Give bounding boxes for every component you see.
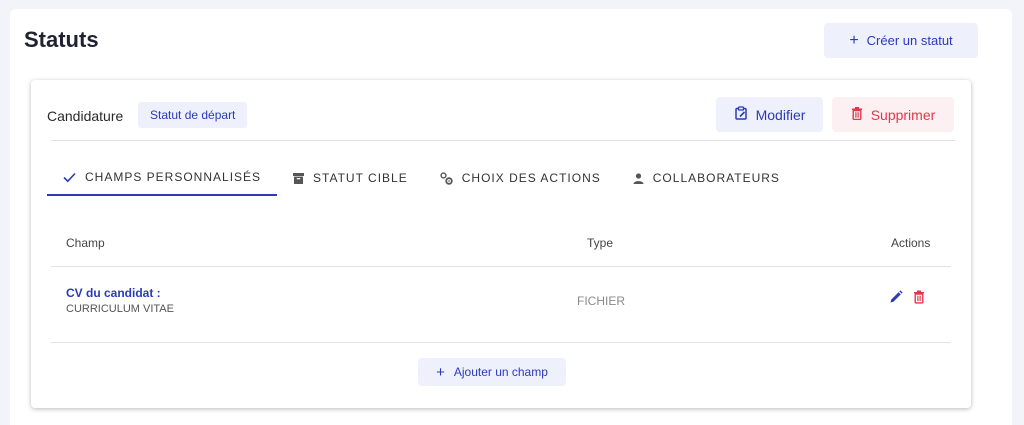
tab-label: CHAMPS PERSONNALISÉS xyxy=(85,170,262,184)
edit-button[interactable]: Modifier xyxy=(716,97,823,132)
tab-label: CHOIX DES ACTIONS xyxy=(461,171,601,185)
plus-icon: + xyxy=(436,363,445,381)
page-title: Statuts xyxy=(24,27,99,52)
column-header-type: Type xyxy=(587,236,614,250)
field-type: FICHIER xyxy=(577,294,625,308)
create-status-label: Créer un statut xyxy=(866,33,953,48)
tab-action-choices[interactable]: CHOIX DES ACTIONS xyxy=(424,160,617,196)
delete-label: Supprimer xyxy=(870,106,936,123)
tab-custom-fields[interactable]: CHAMPS PERSONNALISÉS xyxy=(47,160,278,196)
tab-label: STATUT CIBLE xyxy=(313,171,408,185)
edit-label: Modifier xyxy=(755,106,806,123)
status-card: Candidature Statut de départ Modifier Su… xyxy=(31,80,971,408)
gears-icon xyxy=(440,171,453,185)
person-icon xyxy=(633,172,644,184)
column-header-field: Champ xyxy=(66,236,105,250)
status-name: Candidature xyxy=(47,108,124,124)
field-name: CV du candidat : xyxy=(66,286,161,300)
field-subtitle: CURRICULUM VITAE xyxy=(66,303,174,315)
table-divider xyxy=(51,342,951,343)
add-field-button[interactable]: + Ajouter un champ xyxy=(418,358,566,386)
delete-button[interactable]: Supprimer xyxy=(832,97,954,132)
trash-icon[interactable] xyxy=(913,290,925,309)
pencil-icon[interactable] xyxy=(889,290,903,309)
add-field-label: Ajouter un champ xyxy=(453,365,548,379)
archive-icon xyxy=(293,172,305,184)
tab-label: COLLABORATEURS xyxy=(652,171,780,185)
tab-collaborators[interactable]: COLLABORATEURS xyxy=(617,160,796,196)
table-divider xyxy=(51,266,951,267)
check-icon xyxy=(63,172,76,183)
start-status-badge: Statut de départ xyxy=(138,102,248,128)
clipboard-edit-icon xyxy=(734,106,748,123)
divider xyxy=(51,140,955,141)
trash-icon xyxy=(851,106,863,123)
plus-icon: + xyxy=(849,31,859,49)
tab-target-status[interactable]: STATUT CIBLE xyxy=(277,160,424,196)
tab-bar: CHAMPS PERSONNALISÉS STATUT CIBLE CHOIX … xyxy=(47,160,796,196)
column-header-actions: Actions xyxy=(891,236,931,250)
row-actions xyxy=(889,290,925,309)
create-status-button[interactable]: + Créer un statut xyxy=(824,23,978,58)
